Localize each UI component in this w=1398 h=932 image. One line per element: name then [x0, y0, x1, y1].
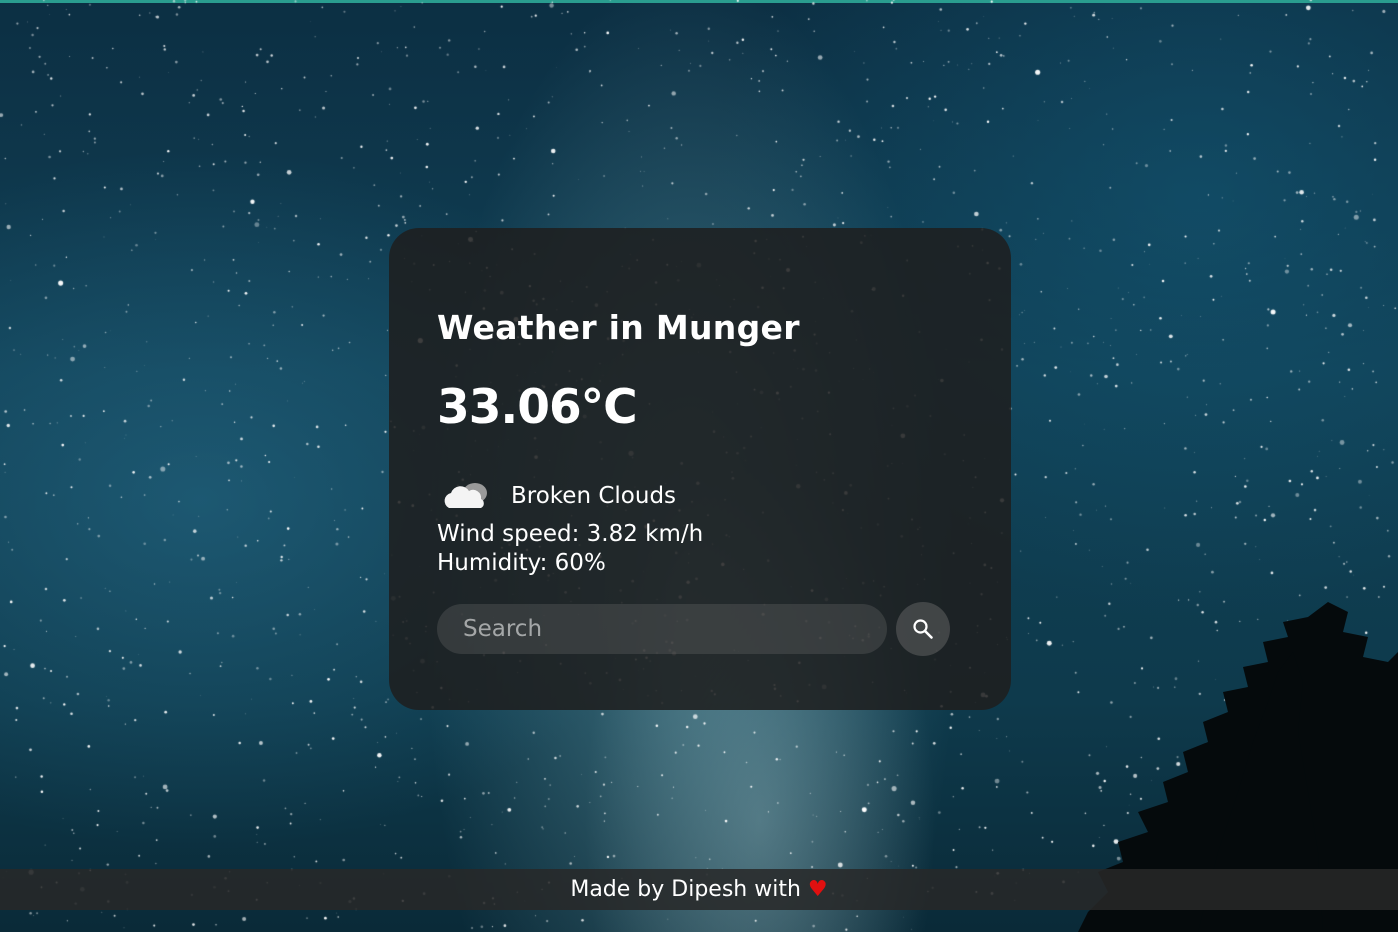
search-icon	[913, 619, 933, 639]
footer-text: Made by Dipesh with	[570, 877, 801, 902]
weather-description: Broken Clouds	[511, 483, 677, 509]
city-title: Weather in Munger	[437, 308, 800, 347]
description-row: Broken Clouds	[437, 476, 963, 516]
search-button[interactable]	[896, 602, 950, 656]
temperature: 33.06°C	[437, 380, 638, 435]
cloud-icon	[444, 483, 487, 508]
heart-icon: ♥	[807, 877, 828, 902]
weather-card: Weather in Munger 33.06°C Broken Clouds …	[389, 228, 1011, 710]
humidity: Humidity: 60%	[437, 550, 606, 576]
search-input[interactable]	[437, 604, 887, 654]
footer: Made by Dipesh with ♥	[0, 869, 1398, 910]
wind-speed: Wind speed: 3.82 km/h	[437, 521, 704, 547]
search-row	[437, 602, 963, 656]
